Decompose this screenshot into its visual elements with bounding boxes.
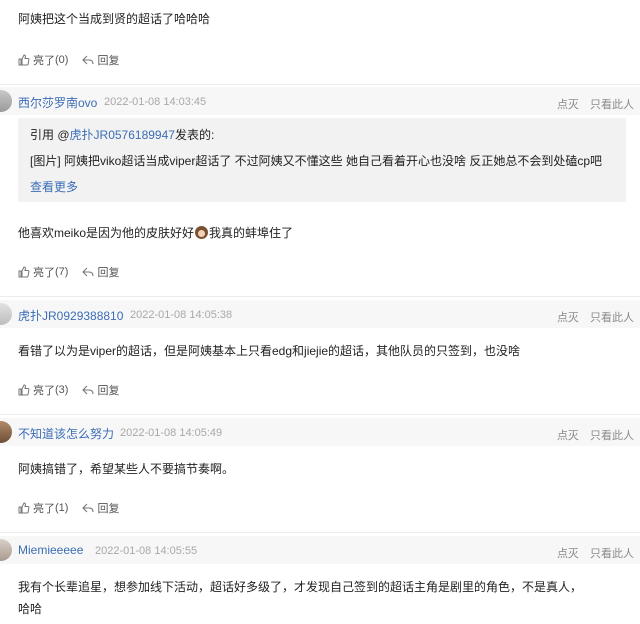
quote-suffix: 发表的: [174,128,215,142]
thumbs-up-icon [18,502,30,514]
username[interactable]: Miemieeeee [18,543,83,557]
post-time: 2022-01-08 14:05:49 [120,427,223,439]
reply-button[interactable]: 回复 [82,264,119,280]
username[interactable]: 虎扑JR0929388810 [18,307,123,324]
quote-block: 引用 @虎扑JR0576189947发表的: [图片] 阿姨把viko超话当成v… [18,118,626,202]
reply-label: 回复 [97,267,120,279]
header-actions: 点灭 只看此人 [549,545,634,561]
reply-icon [82,503,95,513]
like-button[interactable]: 亮了 (3) [18,382,68,398]
header-actions: 点灭 只看此人 [549,96,634,112]
like-count: (7) [55,266,69,278]
post-text-part: 他喜欢meiko是因为他的皮肤好好 [18,226,195,240]
only-this-user-link[interactable]: 只看此人 [590,548,634,560]
post-time: 2022-01-08 14:05:38 [130,309,233,321]
reply-icon [82,267,95,277]
divider [0,296,640,297]
thumbs-up-icon [18,384,30,396]
like-label: 亮了 [33,267,55,279]
reply-button[interactable]: 回复 [82,382,119,398]
thumbs-up-icon [18,266,30,278]
quote-prefix: 引用 @ [30,128,70,142]
post-text: 看错了以为是viper的超话，但是阿姨基本上只看edg和jiejie的超话，其他… [18,344,521,358]
post-time: 2022-01-08 14:03:45 [104,96,207,108]
header-actions: 点灭 只看此人 [549,427,634,443]
like-button[interactable]: 亮了 (7) [18,264,68,280]
extinguish-link[interactable]: 点灭 [557,548,579,560]
post-text: 阿姨把这个当成到贤的超话了哈哈哈 [18,12,211,26]
post-time: 2022-01-08 14:05:55 [95,545,198,557]
post-actions: 亮了 (1) 回复 [18,500,133,516]
only-this-user-link[interactable]: 只看此人 [590,430,634,442]
divider [0,532,640,533]
post-actions: 亮了 (3) 回复 [18,382,133,398]
only-this-user-link[interactable]: 只看此人 [590,312,634,324]
post-text-part: 我真的蚌埠住了 [209,226,294,240]
like-label: 亮了 [33,385,55,397]
reply-icon [82,385,95,395]
post-text: 阿姨搞错了，希望某些人不要搞节奏啊。 [18,462,235,476]
username[interactable]: 西尔莎罗南ovo [18,94,97,111]
reply-icon [82,55,95,65]
like-count: (0) [55,54,69,66]
header-actions: 点灭 只看此人 [549,309,634,325]
post-text: 我有个长辈追星，想参加线下活动，超话好多级了，才发现自己签到的超话主角是剧里的角… [18,580,583,616]
like-button[interactable]: 亮了 (0) [18,52,68,68]
divider [0,414,640,415]
post-text: 他喜欢meiko是因为他的皮肤好好 我真的蚌埠住了 [18,222,600,244]
like-label: 亮了 [33,55,55,67]
thumbs-up-icon [18,54,30,66]
username[interactable]: 不知道该怎么努力 [18,425,114,442]
like-button[interactable]: 亮了 (1) [18,500,68,516]
reply-label: 回复 [97,385,120,397]
view-more-link[interactable]: 查看更多 [30,178,78,195]
quoted-user-link[interactable]: 虎扑JR0576189947 [70,128,175,142]
quote-header: 引用 @虎扑JR0576189947发表的: [30,126,214,143]
extinguish-link[interactable]: 点灭 [557,312,579,324]
extinguish-link[interactable]: 点灭 [557,99,579,111]
like-count: (3) [55,384,69,396]
reply-label: 回复 [97,503,120,515]
reply-button[interactable]: 回复 [82,52,119,68]
post-actions: 亮了 (0) 回复 [18,52,133,68]
extinguish-link[interactable]: 点灭 [557,430,579,442]
only-this-user-link[interactable]: 只看此人 [590,99,634,111]
quote-text: [图片] 阿姨把viko超话当成viper超话了 不过阿姨又不懂这些 她自己看着… [30,154,603,168]
reply-label: 回复 [97,55,120,67]
like-label: 亮了 [33,503,55,515]
like-count: (1) [55,502,69,514]
post-actions: 亮了 (7) 回复 [18,264,133,280]
face-emoji-icon [195,226,209,239]
reply-button[interactable]: 回复 [82,500,119,516]
divider [0,84,640,85]
